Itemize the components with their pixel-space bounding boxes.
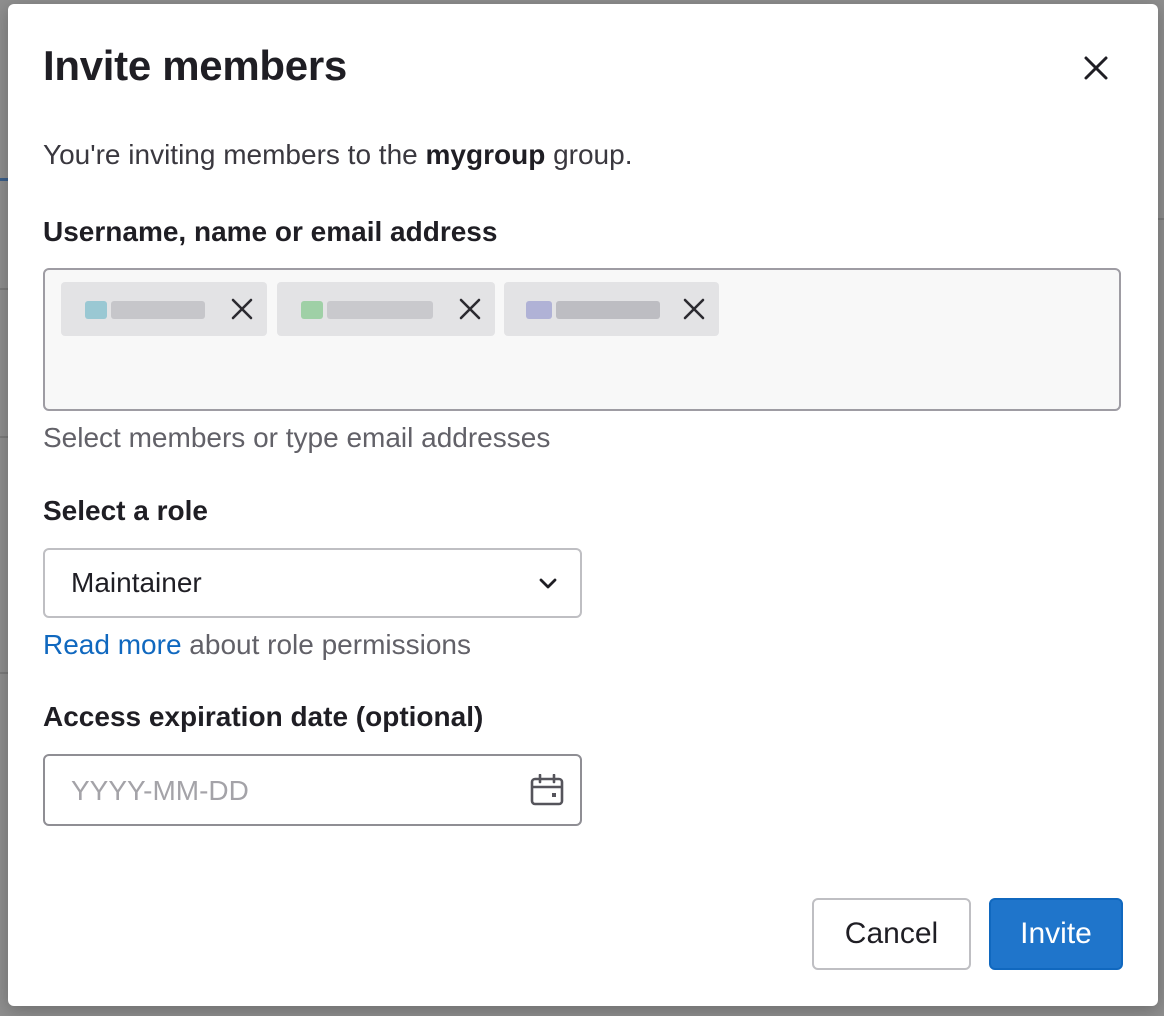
read-more-suffix: about role permissions — [181, 629, 471, 660]
invite-button[interactable]: Invite — [989, 898, 1123, 970]
calendar-icon[interactable] — [530, 774, 564, 806]
member-avatar — [301, 301, 323, 319]
member-token — [504, 282, 719, 336]
background-divider — [1158, 218, 1164, 220]
background-divider — [0, 672, 8, 674]
modal-title: Invite members — [43, 42, 347, 89]
members-help-text: Select members or type email addresses — [43, 422, 551, 453]
member-avatar — [526, 301, 552, 319]
expiration-label: Access expiration date (optional) — [43, 701, 484, 732]
expiration-date-field — [43, 754, 582, 826]
member-name-redacted — [556, 301, 660, 319]
background-divider — [0, 436, 8, 438]
members-token-input[interactable] — [43, 268, 1121, 411]
role-select[interactable]: Maintainer — [43, 548, 582, 618]
expiration-date-input[interactable] — [69, 770, 493, 812]
close-button[interactable] — [1076, 48, 1116, 88]
chevron-down-icon — [539, 578, 557, 589]
member-token — [277, 282, 495, 336]
remove-member-button[interactable] — [455, 294, 485, 324]
members-label: Username, name or email address — [43, 216, 498, 247]
close-icon — [1084, 56, 1108, 80]
modal-intro: You're inviting members to the mygroup g… — [43, 139, 632, 171]
intro-suffix: group. — [545, 139, 633, 170]
member-avatar — [85, 301, 107, 319]
close-icon — [231, 298, 253, 320]
invite-members-modal: Invite members You're inviting members t… — [8, 4, 1158, 1006]
role-label: Select a role — [43, 495, 208, 526]
role-selected-value: Maintainer — [71, 567, 202, 598]
remove-member-button[interactable] — [227, 294, 257, 324]
member-token — [61, 282, 267, 336]
member-name-redacted — [111, 301, 205, 319]
cancel-button[interactable]: Cancel — [812, 898, 971, 970]
intro-prefix: You're inviting members to the — [43, 139, 426, 170]
read-more-link[interactable]: Read more — [43, 629, 182, 660]
remove-member-button[interactable] — [679, 294, 709, 324]
role-permissions-note: Read more about role permissions — [43, 629, 471, 661]
close-icon — [459, 298, 481, 320]
group-name: mygroup — [425, 139, 546, 170]
background-divider — [0, 288, 8, 290]
close-icon — [683, 298, 705, 320]
member-name-redacted — [327, 301, 433, 319]
